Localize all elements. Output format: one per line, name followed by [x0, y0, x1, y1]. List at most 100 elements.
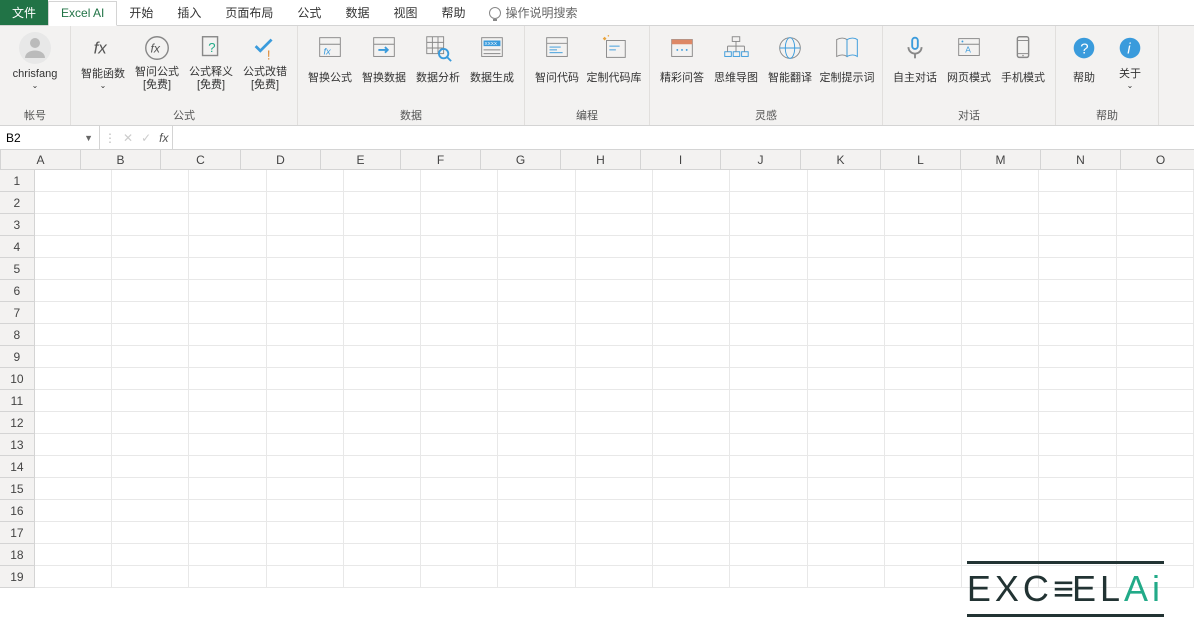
cell[interactable]: [35, 478, 112, 500]
cell[interactable]: [653, 280, 730, 302]
cell[interactable]: [962, 522, 1039, 544]
row-header[interactable]: 3: [0, 214, 35, 236]
cell[interactable]: [730, 192, 807, 214]
cell[interactable]: [962, 456, 1039, 478]
cell[interactable]: [35, 522, 112, 544]
row-header[interactable]: 8: [0, 324, 35, 346]
cell[interactable]: [421, 390, 498, 412]
cell[interactable]: [1117, 478, 1194, 500]
cell[interactable]: [189, 544, 266, 566]
cell[interactable]: [1039, 390, 1116, 412]
cell[interactable]: [653, 456, 730, 478]
cell[interactable]: [730, 522, 807, 544]
cell[interactable]: [576, 500, 653, 522]
cell[interactable]: [267, 500, 344, 522]
cell[interactable]: [35, 324, 112, 346]
cell[interactable]: [1117, 456, 1194, 478]
cell[interactable]: [35, 280, 112, 302]
cell[interactable]: [344, 434, 421, 456]
cell[interactable]: [576, 258, 653, 280]
cell[interactable]: [498, 566, 575, 588]
cell[interactable]: [653, 434, 730, 456]
cell[interactable]: [112, 368, 189, 390]
cell[interactable]: [808, 258, 885, 280]
tab-help[interactable]: 帮助: [429, 0, 477, 25]
cell[interactable]: [267, 280, 344, 302]
cell[interactable]: [112, 456, 189, 478]
cell[interactable]: [344, 456, 421, 478]
cell[interactable]: [189, 368, 266, 390]
cell[interactable]: [885, 544, 962, 566]
cell[interactable]: [498, 258, 575, 280]
cell[interactable]: [808, 434, 885, 456]
row-header[interactable]: 5: [0, 258, 35, 280]
cell[interactable]: [1117, 324, 1194, 346]
cell[interactable]: [730, 258, 807, 280]
tab-view[interactable]: 视图: [381, 0, 429, 25]
cell[interactable]: [730, 368, 807, 390]
cell[interactable]: [653, 566, 730, 588]
cell[interactable]: [1117, 522, 1194, 544]
column-header[interactable]: D: [241, 150, 321, 170]
cell[interactable]: [267, 412, 344, 434]
cell[interactable]: [35, 412, 112, 434]
cell[interactable]: [189, 280, 266, 302]
cell[interactable]: [885, 192, 962, 214]
cell[interactable]: [730, 170, 807, 192]
cell[interactable]: [1039, 302, 1116, 324]
cell[interactable]: [653, 390, 730, 412]
cell[interactable]: [576, 280, 653, 302]
row-header[interactable]: 18: [0, 544, 35, 566]
cell[interactable]: [653, 412, 730, 434]
cell[interactable]: [112, 280, 189, 302]
cell[interactable]: [808, 456, 885, 478]
cell[interactable]: [808, 324, 885, 346]
cell[interactable]: [730, 390, 807, 412]
cell[interactable]: [885, 500, 962, 522]
cell[interactable]: [576, 390, 653, 412]
cell[interactable]: [1039, 456, 1116, 478]
cell[interactable]: [267, 456, 344, 478]
cell[interactable]: [344, 236, 421, 258]
cell[interactable]: [653, 478, 730, 500]
row-header[interactable]: 11: [0, 390, 35, 412]
swap-formula-button[interactable]: fx 智换公式: [304, 30, 356, 94]
column-header[interactable]: G: [481, 150, 561, 170]
cell[interactable]: [421, 214, 498, 236]
cell[interactable]: [1039, 236, 1116, 258]
row-header[interactable]: 1: [0, 170, 35, 192]
cell[interactable]: [576, 368, 653, 390]
cell[interactable]: [421, 522, 498, 544]
cell[interactable]: [344, 478, 421, 500]
smart-fn-button[interactable]: fx 智能函数⌄: [77, 30, 129, 94]
cell[interactable]: [653, 522, 730, 544]
cell[interactable]: [189, 500, 266, 522]
cell[interactable]: [653, 302, 730, 324]
cell[interactable]: [1039, 324, 1116, 346]
cell[interactable]: [808, 412, 885, 434]
cell[interactable]: [267, 434, 344, 456]
cell[interactable]: [498, 368, 575, 390]
cell[interactable]: [1117, 214, 1194, 236]
cell[interactable]: [1117, 390, 1194, 412]
cell[interactable]: [885, 258, 962, 280]
cell[interactable]: [1117, 170, 1194, 192]
tab-formulas[interactable]: 公式: [285, 0, 333, 25]
cell[interactable]: [885, 236, 962, 258]
web-mode-button[interactable]: A 网页模式: [943, 30, 995, 94]
cell[interactable]: [808, 302, 885, 324]
column-header[interactable]: A: [1, 150, 81, 170]
cell[interactable]: [1039, 170, 1116, 192]
cell[interactable]: [344, 544, 421, 566]
cell[interactable]: [421, 566, 498, 588]
cell[interactable]: [730, 500, 807, 522]
cell[interactable]: [730, 302, 807, 324]
cell[interactable]: [344, 500, 421, 522]
cell[interactable]: [344, 192, 421, 214]
cell[interactable]: [498, 544, 575, 566]
row-header[interactable]: 9: [0, 346, 35, 368]
cell[interactable]: [730, 280, 807, 302]
cell[interactable]: [653, 500, 730, 522]
qa-button[interactable]: 精彩问答: [656, 30, 708, 94]
cell[interactable]: [808, 544, 885, 566]
